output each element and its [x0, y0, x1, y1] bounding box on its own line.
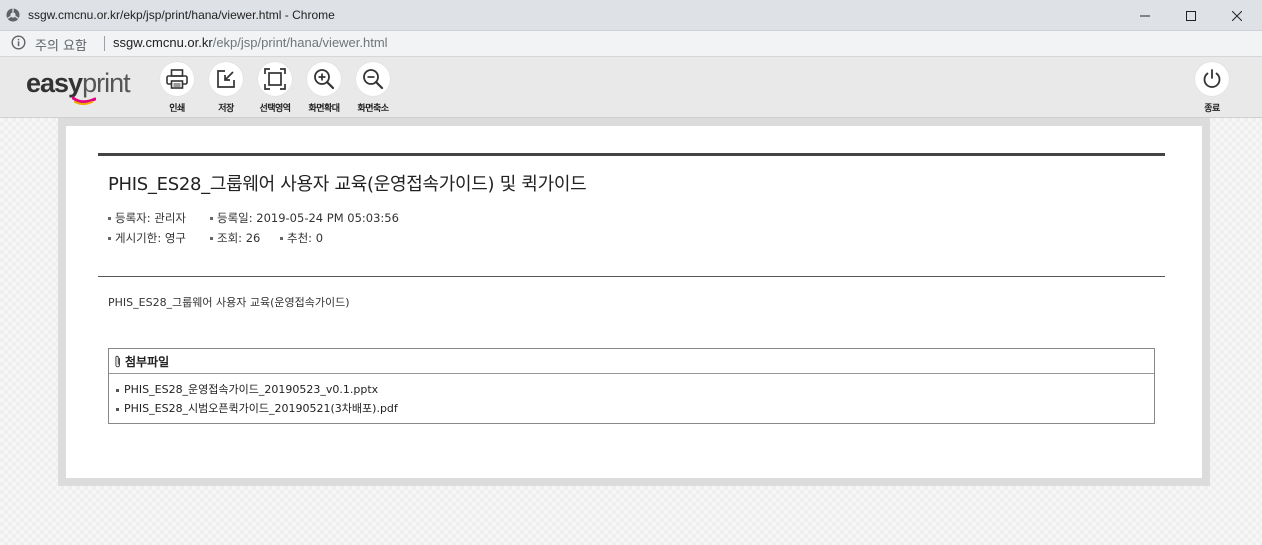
zoom-in-icon-circle: [307, 62, 341, 96]
window-titlebar: ssgw.cmcnu.or.kr/ekp/jsp/print/hana/view…: [0, 0, 1262, 31]
attachments-box: 첨부파일 PHIS_ES28_운영접속가이드_20190523_v0.1.ppt…: [108, 348, 1155, 424]
info-icon[interactable]: [11, 35, 26, 50]
printer-icon: [166, 69, 188, 89]
title-top-rule: [98, 153, 1165, 156]
easyprint-logo: easyprint: [26, 68, 131, 105]
minimize-button[interactable]: [1122, 0, 1168, 31]
logo-easy-text: easy: [26, 68, 83, 98]
save-icon: [217, 70, 235, 88]
zoom-out-icon: [363, 69, 384, 90]
select-area-icon-circle: [258, 62, 292, 96]
address-separator: [104, 36, 105, 51]
zoom-out-label: 화면축소: [357, 104, 389, 114]
url-host: ssgw.cmcnu.or.kr: [113, 35, 213, 50]
viewer-toolbar: easyprint 인쇄 저장 선택영역 화면확대 화면축소 종료: [0, 57, 1262, 118]
security-warning-text[interactable]: 주의 요함: [35, 35, 87, 54]
save-icon-circle: [209, 62, 243, 96]
close-icon: [1232, 10, 1242, 21]
attachments-header: 첨부파일: [109, 349, 1154, 374]
zoom-out-button[interactable]: 화면축소: [349, 62, 397, 116]
body-divider: [98, 276, 1165, 277]
attachments-title: 첨부파일: [125, 354, 170, 369]
save-button[interactable]: 저장: [202, 62, 250, 116]
url-text[interactable]: ssgw.cmcnu.or.kr/ekp/jsp/print/hana/view…: [113, 35, 388, 50]
power-icon: [1203, 69, 1221, 88]
zoom-in-label: 화면확대: [308, 104, 340, 114]
attachment-link[interactable]: PHIS_ES28_시범오픈퀵가이드_20190521(3차배포).pdf: [109, 399, 1154, 418]
chrome-page-icon: [6, 8, 20, 22]
meta-period: 게시기한: 영구: [108, 230, 186, 246]
exit-label: 종료: [1204, 104, 1220, 114]
maximize-button[interactable]: [1168, 0, 1214, 31]
exit-button[interactable]: 종료: [1188, 62, 1236, 116]
select-area-button[interactable]: 선택영역: [251, 62, 299, 116]
meta-date: 등록일: 2019-05-24 PM 05:03:56: [210, 210, 399, 226]
close-button[interactable]: [1214, 0, 1260, 31]
zoom-in-icon: [314, 69, 335, 90]
document-title: PHIS_ES28_그룹웨어 사용자 교육(운영접속가이드) 및 퀵가이드: [108, 174, 587, 195]
select-area-icon: [264, 68, 286, 90]
address-bar[interactable]: 주의 요함 ssgw.cmcnu.or.kr/ekp/jsp/print/han…: [0, 31, 1262, 57]
window-title: ssgw.cmcnu.or.kr/ekp/jsp/print/hana/view…: [28, 8, 335, 22]
print-label: 인쇄: [169, 104, 185, 114]
logo-swoosh-icon: [72, 96, 96, 105]
maximize-icon: [1186, 10, 1196, 21]
print-button[interactable]: 인쇄: [153, 62, 201, 116]
paperclip-icon: [115, 355, 120, 367]
logo-print-text: print: [82, 68, 131, 98]
attachment-link[interactable]: PHIS_ES28_운영접속가이드_20190523_v0.1.pptx: [109, 380, 1154, 399]
select-area-label: 선택영역: [259, 104, 291, 114]
print-icon-circle: [160, 62, 194, 96]
meta-recommend: 추천: 0: [280, 230, 323, 246]
meta-author: 등록자: 관리자: [108, 210, 186, 226]
exit-icon-circle: [1195, 62, 1229, 96]
document-body: PHIS_ES28_그룹웨어 사용자 교육(운영접속가이드): [108, 296, 350, 309]
attachments-list: PHIS_ES28_운영접속가이드_20190523_v0.1.pptx PHI…: [109, 374, 1154, 418]
zoom-out-icon-circle: [356, 62, 390, 96]
meta-views: 조회: 26: [210, 230, 260, 246]
zoom-in-button[interactable]: 화면확대: [300, 62, 348, 116]
minimize-icon: [1140, 15, 1150, 16]
url-path: /ekp/jsp/print/hana/viewer.html: [212, 35, 388, 50]
save-label: 저장: [218, 104, 234, 114]
